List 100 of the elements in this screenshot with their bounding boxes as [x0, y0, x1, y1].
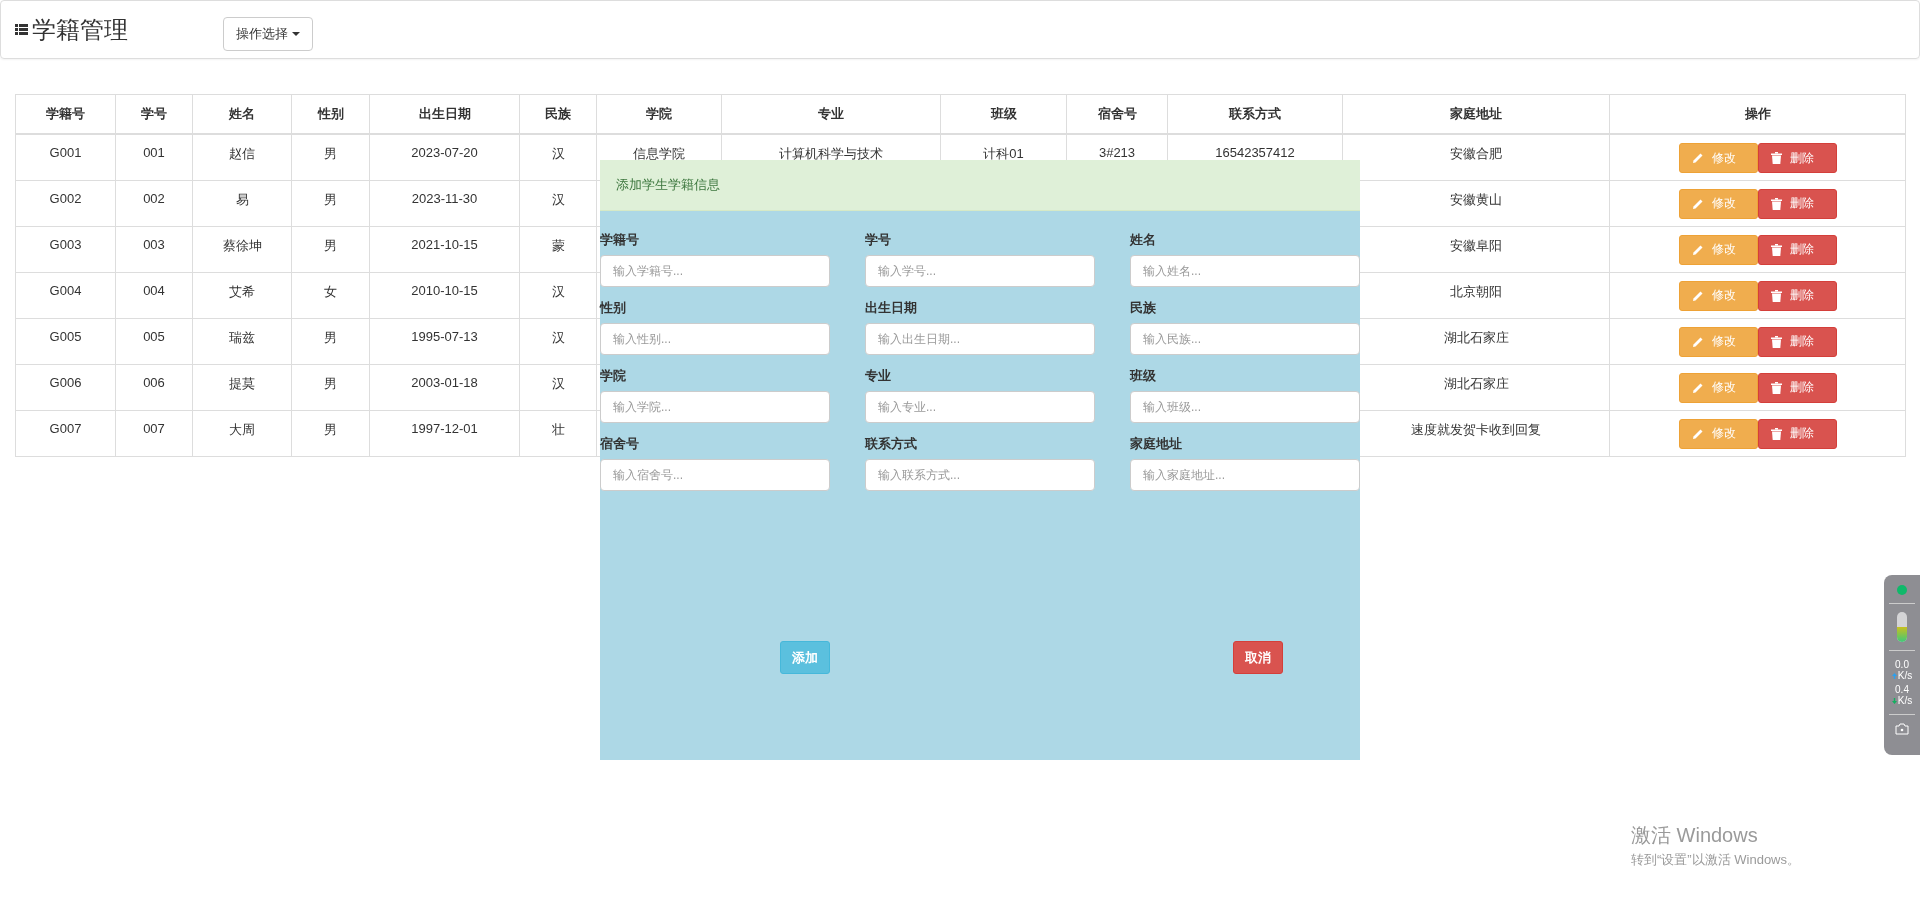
- table-cell: 2010-10-15: [411, 282, 478, 298]
- table-cell: 006: [143, 374, 165, 390]
- field-label: 学院: [600, 367, 627, 385]
- column-header: 姓名: [229, 106, 255, 121]
- pencil-icon: [1691, 243, 1704, 256]
- trash-icon: [1770, 197, 1782, 210]
- table-cell: G005: [49, 328, 82, 344]
- operation-dropdown[interactable]: 操作选择: [223, 16, 313, 51]
- delete-button[interactable]: 删除: [1757, 280, 1837, 311]
- table-cell: 汉: [551, 375, 565, 391]
- upload-speed: 0.0: [1895, 659, 1909, 670]
- page-title: 学籍管理: [32, 14, 128, 45]
- field-label: 家庭地址: [1130, 435, 1183, 453]
- table-cell: G001: [49, 145, 82, 160]
- pencil-icon: [1691, 197, 1704, 210]
- table-cell: 004: [143, 282, 165, 298]
- column-header: 学院: [646, 106, 672, 121]
- table-cell: 艾希: [229, 283, 255, 299]
- table-cell: 汉: [551, 283, 565, 299]
- input-field[interactable]: 输入专业...: [865, 391, 1095, 423]
- down-arrow-icon: [1891, 697, 1897, 704]
- pencil-icon: [1691, 381, 1704, 394]
- field-label: 性别: [600, 299, 627, 317]
- table-cell: 男: [324, 237, 337, 253]
- trash-icon: [1770, 335, 1782, 348]
- column-header: 性别: [317, 106, 344, 121]
- table-cell: 北京朝阳: [1450, 283, 1502, 299]
- trash-icon: [1770, 289, 1782, 302]
- table-cell: 瑞兹: [229, 329, 255, 345]
- column-header: 班级: [990, 106, 1017, 121]
- table-cell: G006: [49, 374, 82, 390]
- column-header: 学籍号: [46, 106, 85, 121]
- input-field[interactable]: 输入学籍号...: [600, 255, 830, 287]
- table-cell: 信息学院: [633, 146, 685, 161]
- table-cell: G004: [49, 282, 82, 298]
- input-field[interactable]: 输入姓名...: [1130, 255, 1360, 287]
- field-label: 宿舍号: [600, 435, 640, 453]
- table-cell: 安徽黄山: [1450, 191, 1502, 207]
- table-cell: 速度就发贺卡收到回复: [1411, 421, 1541, 437]
- delete-button[interactable]: 删除: [1757, 143, 1837, 173]
- input-field[interactable]: 输入班级...: [1130, 391, 1360, 423]
- table-cell: 2003-01-18: [411, 374, 478, 390]
- table-cell: 16542357412: [1215, 145, 1295, 160]
- delete-button[interactable]: 删除: [1757, 372, 1837, 403]
- table-cell: 005: [143, 328, 165, 344]
- column-header: 民族: [545, 106, 571, 121]
- input-field[interactable]: 输入家庭地址...: [1130, 459, 1360, 491]
- delete-button[interactable]: 删除: [1757, 234, 1837, 265]
- trash-icon: [1770, 427, 1782, 440]
- column-header: 学号: [141, 106, 167, 121]
- delete-button[interactable]: 删除: [1757, 188, 1837, 219]
- table-cell: 安徽阜阳: [1450, 237, 1502, 253]
- table-cell: 3#213: [1098, 145, 1136, 160]
- field-label: 专业: [865, 367, 892, 385]
- table-cell: G003: [49, 236, 82, 252]
- input-field[interactable]: 输入联系方式...: [865, 459, 1095, 491]
- add-button[interactable]: 添加: [780, 641, 830, 674]
- column-header: 专业: [818, 106, 844, 121]
- table-cell: 汉: [551, 329, 565, 345]
- delete-button[interactable]: 删除: [1757, 326, 1837, 357]
- table-cell: 汉: [551, 146, 565, 161]
- field-label: 班级: [1130, 367, 1157, 385]
- pencil-icon: [1691, 289, 1704, 302]
- input-field[interactable]: 输入民族...: [1130, 323, 1360, 355]
- trash-icon: [1770, 381, 1782, 394]
- table-cell: 男: [324, 375, 337, 391]
- activation-text: 转到“设置”以激活 Windows。: [1631, 851, 1800, 869]
- pencil-icon: [1691, 335, 1704, 348]
- input-field[interactable]: 输入性别...: [600, 323, 830, 355]
- input-field[interactable]: 输入宿舍号...: [600, 459, 830, 491]
- input-field[interactable]: 输入出生日期...: [865, 323, 1095, 355]
- input-field[interactable]: 输入学号...: [865, 255, 1095, 287]
- field-label: 民族: [1130, 299, 1157, 317]
- table-cell: 提莫: [229, 375, 255, 391]
- trash-icon: [1770, 152, 1782, 164]
- table-cell: 男: [324, 329, 337, 345]
- table-cell: 1997-12-01: [411, 420, 478, 436]
- download-speed: 0.4: [1895, 684, 1909, 695]
- trash-icon: [1770, 243, 1782, 256]
- table-cell: G002: [49, 190, 82, 206]
- column-header: 联系方式: [1229, 106, 1281, 121]
- table-cell: 男: [324, 191, 337, 207]
- table-cell: 男: [324, 421, 337, 437]
- field-label: 出生日期: [865, 299, 918, 317]
- table-cell: 易: [235, 191, 249, 207]
- cancel-button[interactable]: 取消: [1233, 641, 1283, 674]
- table-cell: 007: [143, 420, 165, 436]
- pencil-icon: [1691, 152, 1704, 164]
- delete-button[interactable]: 删除: [1757, 418, 1837, 449]
- input-field[interactable]: 输入学院...: [600, 391, 830, 423]
- table-cell: 湖北石家庄: [1443, 375, 1509, 391]
- table-cell: 001: [143, 145, 165, 160]
- table-cell: 蔡徐坤: [222, 237, 262, 253]
- table-cell: 女: [324, 283, 337, 299]
- field-label: 学籍号: [600, 231, 640, 249]
- table-cell: 大周: [229, 421, 255, 437]
- table-cell: 计科01: [983, 146, 1024, 161]
- table-cell: 计算机科学与技术: [779, 146, 883, 161]
- pencil-icon: [1691, 427, 1704, 440]
- camera-icon: [1895, 723, 1909, 735]
